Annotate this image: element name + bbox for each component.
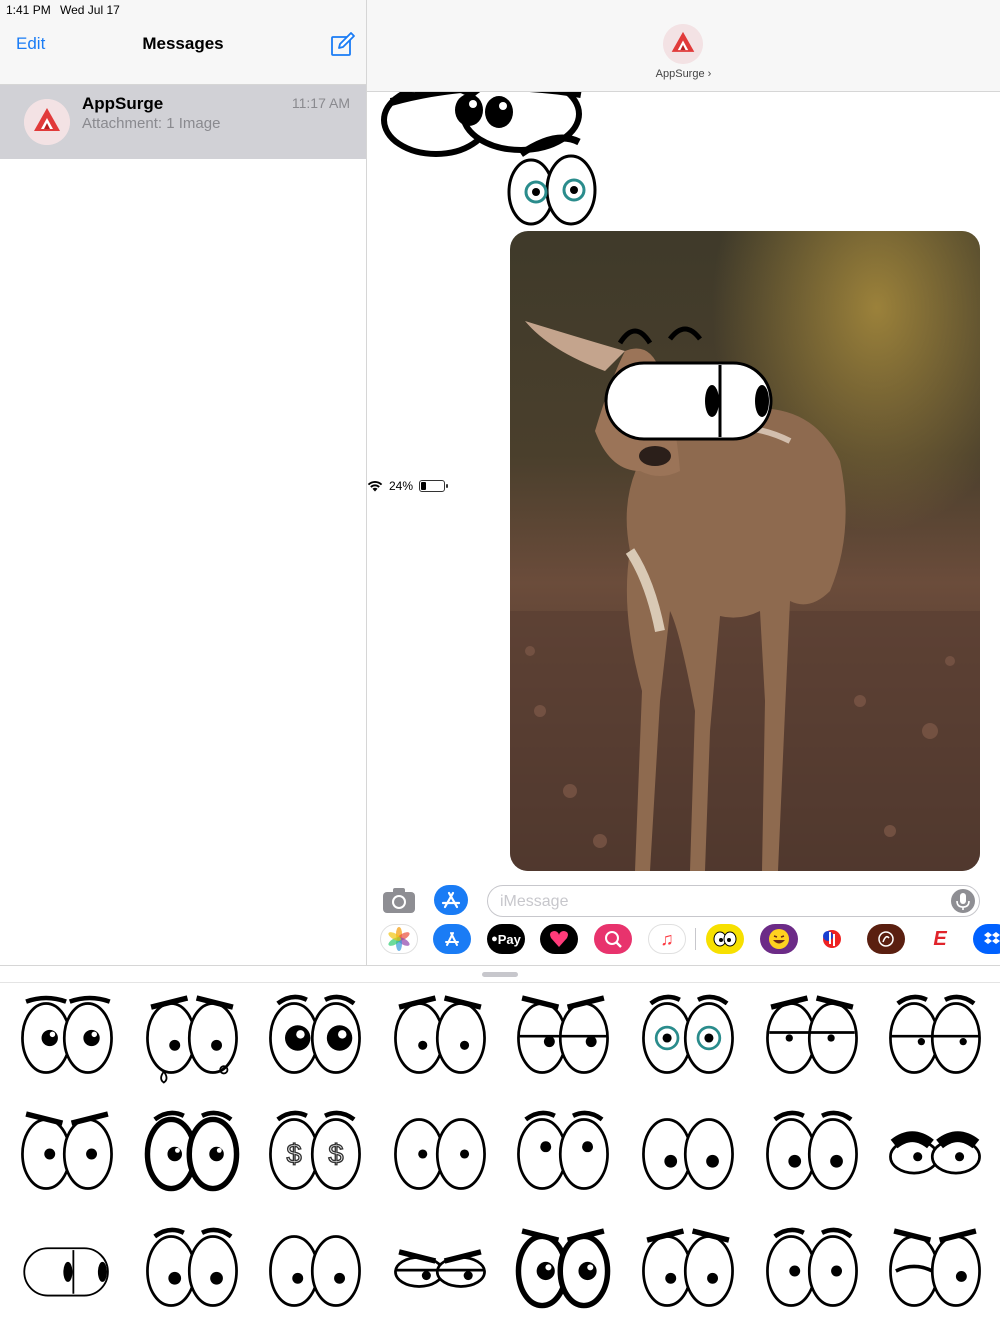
eyes-sticker-icon[interactable] [633, 1221, 743, 1321]
battery-icon [419, 479, 449, 492]
status-bar: 1:41 PM Wed Jul 17 24% [0, 0, 1000, 493]
eyes-sticker-icon[interactable] [508, 988, 618, 1088]
eyes-sticker-icon[interactable] [260, 1221, 370, 1321]
conversation-name: AppSurge [82, 94, 164, 113]
eyes-sticker-icon[interactable] [137, 1221, 247, 1321]
eyes-sticker-icon[interactable] [385, 1221, 495, 1321]
eyes-sticker-icon[interactable] [12, 988, 122, 1088]
eyes-sticker-icon[interactable] [12, 1221, 122, 1321]
conversation-list-pane: Edit Messages AppSurge Attachment: 1 Ima… [0, 0, 367, 965]
eyes-sticker-icon[interactable] [137, 1104, 247, 1204]
svg-text:$: $ [328, 1138, 343, 1169]
eyes-sticker-icon[interactable] [757, 988, 867, 1088]
eyes-sticker-icon[interactable] [880, 1221, 990, 1321]
compose-icon[interactable] [330, 31, 356, 57]
avatar [24, 99, 70, 145]
eyes-sticker-icon[interactable] [508, 1104, 618, 1204]
eyes-sticker-icon[interactable]: $ $ [260, 1104, 370, 1204]
drawer-grabber[interactable] [482, 972, 518, 977]
eyes-sticker-icon[interactable] [633, 1104, 743, 1204]
sticker-drawer: $ $ [0, 965, 1000, 1334]
svg-text:$: $ [287, 1138, 302, 1169]
messages-app: 1:41 PM Wed Jul 17 24% Edit Messages App… [0, 0, 1000, 1334]
status-date: Wed Jul 17 [60, 3, 120, 17]
eyes-sticker-icon[interactable] [757, 1221, 867, 1321]
drawer-divider [0, 982, 1000, 983]
battery-percent: 24% [389, 478, 414, 493]
wifi-icon [367, 480, 383, 491]
eyes-sticker-icon[interactable] [385, 1104, 495, 1204]
conversation-snippet: Attachment: 1 Image [82, 115, 221, 132]
eyes-sticker-icon[interactable] [633, 988, 743, 1088]
eyes-sticker-icon[interactable] [880, 988, 990, 1088]
eyes-sticker-icon[interactable] [508, 1221, 618, 1321]
page-title: Messages [142, 34, 224, 53]
eyes-sticker-icon[interactable] [385, 988, 495, 1088]
battery-fill [421, 481, 427, 490]
appsurge-logo-icon [24, 99, 70, 145]
status-time: 1:41 PM [6, 3, 51, 17]
status-right: 24% [367, 3, 1000, 968]
eyes-sticker-icon[interactable] [260, 988, 370, 1088]
eyes-sticker-icon[interactable] [757, 1104, 867, 1204]
eyes-sticker-icon[interactable] [137, 988, 247, 1088]
conversation-row-appsurge[interactable]: AppSurge Attachment: 1 Image 11:17 AM [0, 85, 366, 159]
eyes-sticker-icon[interactable] [12, 1104, 122, 1204]
conversation-time: 11:17 AM [291, 95, 350, 111]
eyes-sticker-icon[interactable] [880, 1104, 990, 1204]
